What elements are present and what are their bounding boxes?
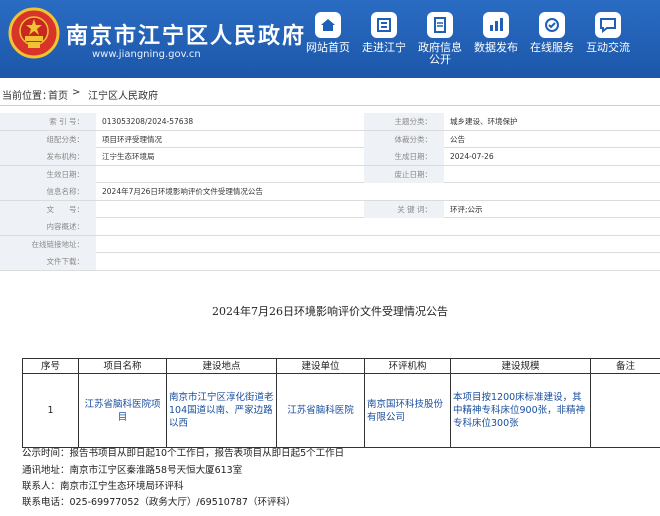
info-value: 2024年7月26日环境影响评价文件受理情况公告 bbox=[102, 187, 263, 196]
info-row-summary: 内容概述： bbox=[0, 218, 660, 236]
info-label: 信息名称： bbox=[0, 183, 96, 200]
table-header-cell: 建设规模 bbox=[450, 359, 590, 373]
notice-phone: 联系电话：025-69977052（政务大厅）/69510787（环评科） bbox=[22, 497, 296, 508]
info-row-index: 索 引 号： 013053208/2024-57638 主题分类： 城乡建设、环… bbox=[0, 113, 660, 131]
table-header-cell: 环评机构 bbox=[364, 359, 450, 373]
project-name: 江苏省脑科医院项目 bbox=[78, 374, 166, 447]
info-row-effective: 生效日期： 废止日期： bbox=[0, 165, 660, 183]
info-row-docno: 文 号： 关 键 词： 环评;公示 bbox=[0, 200, 660, 218]
nav-interaction[interactable]: 互动交流 bbox=[576, 10, 640, 54]
table-header-cell: 序号 bbox=[22, 359, 78, 373]
info-row-category: 组配分类： 项目环评受理情况 体裁分类： 公告 bbox=[0, 130, 660, 148]
table-header-cell: 项目名称 bbox=[78, 359, 166, 373]
table-header-cell: 建设地点 bbox=[166, 359, 276, 373]
info-label: 发布机构： bbox=[0, 148, 96, 165]
info-value: 2024-07-26 bbox=[450, 152, 494, 161]
info-value bbox=[96, 166, 364, 183]
info-value bbox=[444, 166, 660, 183]
service-icon bbox=[539, 12, 565, 38]
notice-address: 通讯地址：南京市江宁区秦淮路58号天恒大厦613室 bbox=[22, 465, 243, 476]
info-label: 关 键 词： bbox=[364, 200, 444, 218]
info-value: 项目环评受理情况 bbox=[102, 134, 162, 144]
row-number: 1 bbox=[22, 374, 78, 447]
site-header: 南京市江宁区人民政府 www.jiangning.gov.cn 网站首页 走进江… bbox=[0, 0, 660, 78]
nav-interaction-label: 互动交流 bbox=[586, 41, 630, 54]
nav-data-label: 数据发布 bbox=[474, 41, 518, 54]
info-value[interactable] bbox=[96, 253, 660, 270]
project-scale: 本项目按1200床标准建设，其中精神专科床位900张，非精神专科床位300张 bbox=[450, 374, 590, 447]
nav-about-label: 走进江宁 bbox=[362, 41, 406, 54]
nav-service[interactable]: 在线服务 bbox=[520, 10, 584, 54]
breadcrumb-prefix: 当前位置： bbox=[2, 91, 52, 102]
document-icon bbox=[427, 12, 453, 38]
site-url: www.jiangning.gov.cn bbox=[92, 49, 201, 60]
table-header-cell: 备注 bbox=[590, 359, 660, 373]
nav-info-public-label-2: 公开 bbox=[429, 53, 451, 66]
info-label: 索 引 号： bbox=[0, 113, 96, 130]
info-label: 文 号： bbox=[0, 200, 96, 218]
nav-home[interactable]: 网站首页 bbox=[296, 10, 360, 54]
table-row: 1 江苏省脑科医院项目 南京市江宁区淳化街道老104国道以南、严家边路以西 江苏… bbox=[22, 374, 660, 448]
project-table: 序号 项目名称 建设地点 建设单位 环评机构 建设规模 备注 1 江苏省脑科医院… bbox=[22, 358, 660, 448]
info-value: 公告 bbox=[450, 134, 465, 144]
national-emblem-icon bbox=[8, 7, 60, 59]
info-value bbox=[96, 218, 660, 235]
breadcrumb: 当前位置： 首页 > 江宁区人民政府 bbox=[0, 82, 660, 104]
info-row-name: 信息名称： 2024年7月26日环境影响评价文件受理情况公告 bbox=[0, 183, 660, 201]
eia-agency: 南京国环科技股份有限公司 bbox=[364, 374, 450, 447]
nav-about[interactable]: 走进江宁 bbox=[352, 10, 416, 54]
nav-data[interactable]: 数据发布 bbox=[464, 10, 528, 54]
info-value[interactable] bbox=[96, 236, 660, 253]
info-value: 城乡建设、环境保护 bbox=[450, 117, 518, 126]
info-label: 体裁分类： bbox=[364, 130, 444, 148]
breadcrumb-home[interactable]: 首页 bbox=[48, 87, 68, 102]
notice-contact: 联系人：南京市江宁生态环境局环评科 bbox=[22, 481, 184, 492]
project-location: 南京市江宁区淳化街道老104国道以南、严家边路以西 bbox=[166, 374, 276, 447]
project-builder: 江苏省脑科医院 bbox=[276, 374, 364, 447]
info-value bbox=[96, 201, 364, 218]
info-label: 生效日期： bbox=[0, 165, 96, 183]
notice-time: 公示时间：报告书项目从即日起10个工作日，报告表项目从即日起5个工作日 bbox=[22, 448, 345, 459]
table-header-cell: 建设单位 bbox=[276, 359, 364, 373]
breadcrumb-divider bbox=[0, 105, 660, 106]
info-row-publisher: 发布机构： 江宁生态环境局 生成日期： 2024-07-26 bbox=[0, 148, 660, 166]
table-header-row: 序号 项目名称 建设地点 建设单位 环评机构 建设规模 备注 bbox=[22, 359, 660, 374]
info-label: 文件下载： bbox=[0, 253, 96, 270]
info-label: 废止日期： bbox=[364, 165, 444, 183]
info-row-link: 在线链接地址： bbox=[0, 235, 660, 253]
main-nav: 网站首页 走进江宁 政府信息 公开 数据发布 在线服务 互动交流 bbox=[296, 10, 660, 72]
data-icon bbox=[483, 12, 509, 38]
building-icon bbox=[371, 12, 397, 38]
info-table: 索 引 号： 013053208/2024-57638 主题分类： 城乡建设、环… bbox=[0, 113, 660, 271]
nav-service-label: 在线服务 bbox=[530, 41, 574, 54]
info-label: 内容概述： bbox=[0, 218, 96, 235]
breadcrumb-separator: > bbox=[72, 87, 81, 98]
info-value: 环评;公示 bbox=[450, 204, 483, 214]
info-label: 主题分类： bbox=[364, 113, 444, 130]
home-icon bbox=[315, 12, 341, 38]
info-label: 在线链接地址： bbox=[0, 235, 96, 253]
breadcrumb-current[interactable]: 江宁区人民政府 bbox=[88, 87, 158, 102]
info-value: 江宁生态环境局 bbox=[102, 152, 155, 161]
info-row-download: 文件下载： bbox=[0, 253, 660, 271]
info-value: 013053208/2024-57638 bbox=[102, 117, 194, 126]
chat-icon bbox=[595, 12, 621, 38]
nav-info-public[interactable]: 政府信息 公开 bbox=[408, 10, 472, 66]
info-label: 组配分类： bbox=[0, 130, 96, 148]
site-title[interactable]: 南京市江宁区人民政府 bbox=[66, 18, 306, 50]
announcement-title: 2024年7月26日环境影响评价文件受理情况公告 bbox=[212, 305, 448, 318]
info-label: 生成日期： bbox=[364, 148, 444, 165]
project-remark bbox=[590, 374, 660, 447]
nav-home-label: 网站首页 bbox=[306, 41, 350, 54]
